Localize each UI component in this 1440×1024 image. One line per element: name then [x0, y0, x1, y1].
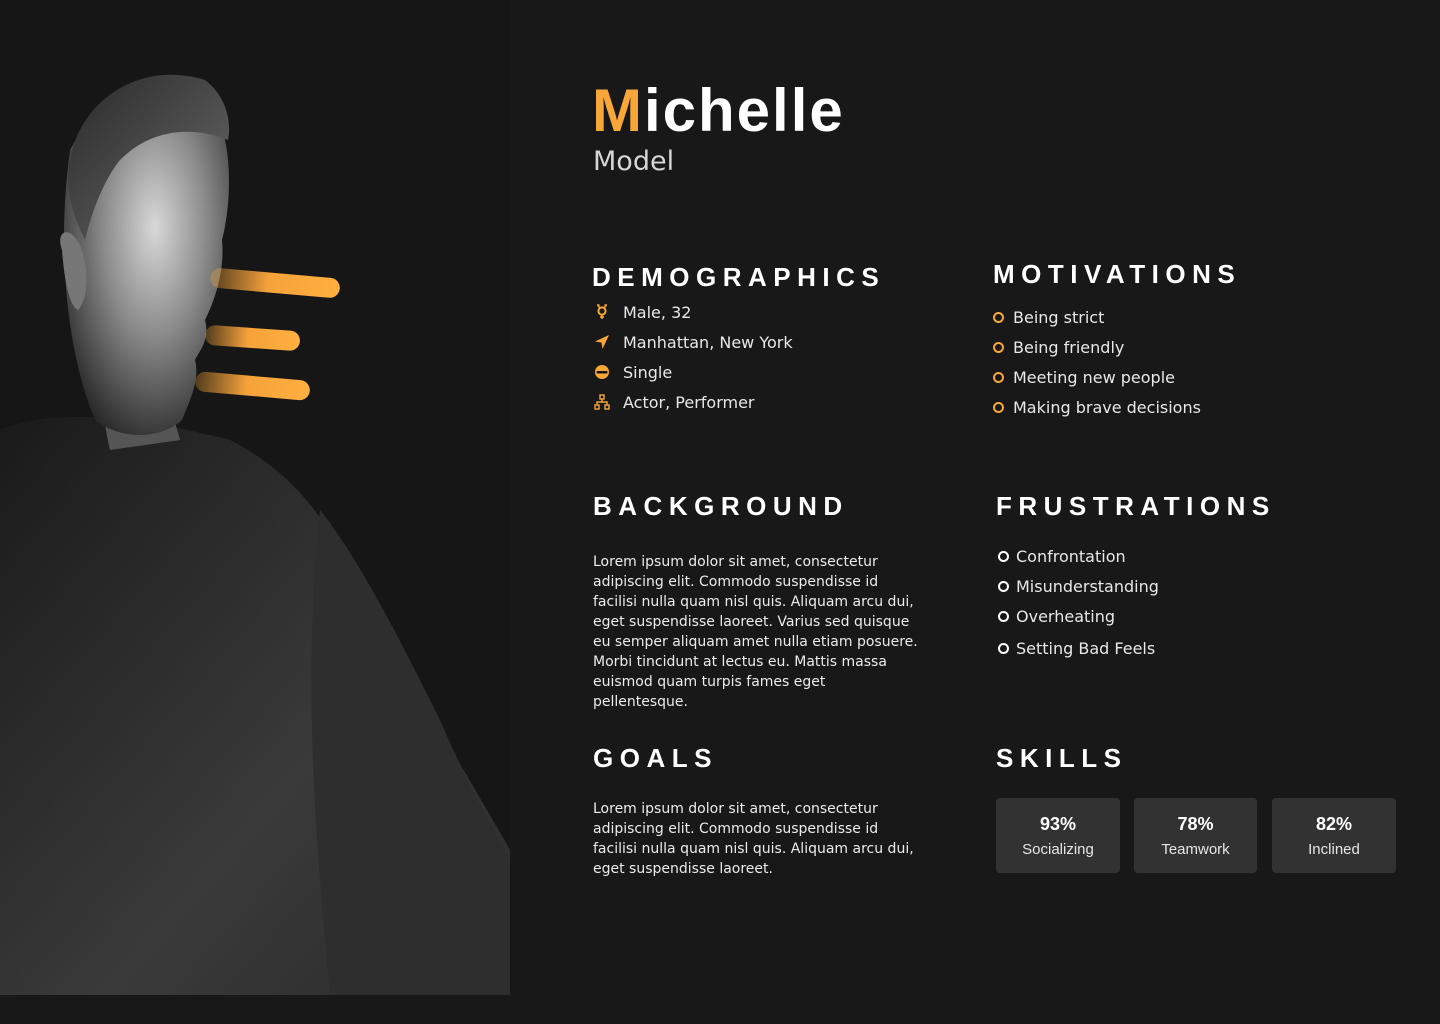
- frustrations-list: Confrontation Misunderstanding Overheati…: [998, 541, 1159, 665]
- bullet-icon: [993, 401, 1004, 413]
- demographics-text: Actor, Performer: [623, 392, 755, 412]
- motivation-item: Being strict: [993, 302, 1201, 332]
- frustration-text: Overheating: [1016, 606, 1116, 626]
- frustration-text: Setting Bad Feels: [1016, 638, 1156, 658]
- name-initial: M: [592, 77, 644, 144]
- motivation-item: Meeting new people: [993, 362, 1201, 392]
- frustration-item: Confrontation: [998, 541, 1159, 571]
- bullet-icon: [998, 580, 1009, 592]
- goals-title: GOALS: [593, 743, 718, 773]
- demographics-item: Actor, Performer: [593, 387, 793, 417]
- skill-percent: 78%: [1177, 813, 1214, 834]
- location-arrow-icon: [593, 333, 611, 351]
- motivations-title: MOTIVATIONS: [993, 259, 1242, 289]
- frustrations-title: FRUSTRATIONS: [996, 491, 1276, 521]
- demographics-item: Manhattan, New York: [593, 327, 793, 357]
- motivation-text: Being friendly: [1013, 337, 1125, 357]
- skill-card: 78% Teamwork: [1134, 798, 1257, 873]
- bullet-icon: [993, 311, 1004, 323]
- motivation-text: Being strict: [1013, 307, 1105, 327]
- demographics-item: Male, 32: [593, 297, 793, 327]
- goals-text: Lorem ipsum dolor sit amet, consectetur …: [593, 801, 914, 877]
- background-text: Lorem ipsum dolor sit amet, consectetur …: [593, 554, 918, 710]
- skills-title: SKILLS: [996, 743, 1128, 773]
- skill-card: 82% Inclined: [1272, 798, 1396, 873]
- frustration-item: Overheating: [998, 601, 1159, 631]
- name-rest: ichelle: [643, 77, 845, 144]
- demographics-item: Single: [593, 357, 793, 387]
- persona-card: Michelle Model DEMOGRAPHICS Male, 32 Man…: [0, 0, 1440, 1024]
- demographics-text: Manhattan, New York: [623, 332, 793, 352]
- skill-percent: 93%: [1039, 813, 1077, 834]
- frustration-text: Confrontation: [1016, 546, 1126, 566]
- frustration-item: Setting Bad Feels: [998, 631, 1159, 665]
- persona-name: Michelle: [592, 78, 845, 144]
- bullet-icon: [998, 642, 1009, 654]
- persona-role: Model: [593, 146, 675, 177]
- demographics-text: Male, 32: [623, 302, 692, 322]
- skill-label: Inclined: [1308, 840, 1360, 858]
- bullet-icon: [993, 371, 1004, 383]
- demographics-title: DEMOGRAPHICS: [592, 262, 886, 292]
- motivation-text: Making brave decisions: [1013, 397, 1201, 417]
- sitemap-icon: [593, 393, 611, 411]
- motivation-text: Meeting new people: [1013, 367, 1175, 387]
- skill-label: Socializing: [1022, 840, 1094, 858]
- skill-percent: 82%: [1315, 813, 1353, 834]
- demographics-text: Single: [623, 362, 673, 382]
- motivations-list: Being strict Being friendly Meeting new …: [993, 302, 1201, 422]
- frustration-item: Misunderstanding: [998, 571, 1159, 601]
- bullet-icon: [998, 550, 1009, 562]
- background-title: BACKGROUND: [593, 491, 849, 521]
- frustration-text: Misunderstanding: [1016, 576, 1159, 596]
- gender-icon: [593, 303, 611, 321]
- bullet-icon: [993, 341, 1004, 353]
- ring-icon: [593, 363, 611, 381]
- motivation-item: Making brave decisions: [993, 392, 1201, 422]
- bullet-icon: [998, 610, 1009, 622]
- motivation-item: Being friendly: [993, 332, 1201, 362]
- skill-card: 93% Socializing: [996, 798, 1120, 873]
- skill-label: Teamwork: [1161, 840, 1230, 858]
- demographics-list: Male, 32 Manhattan, New York Single Acto…: [593, 297, 793, 417]
